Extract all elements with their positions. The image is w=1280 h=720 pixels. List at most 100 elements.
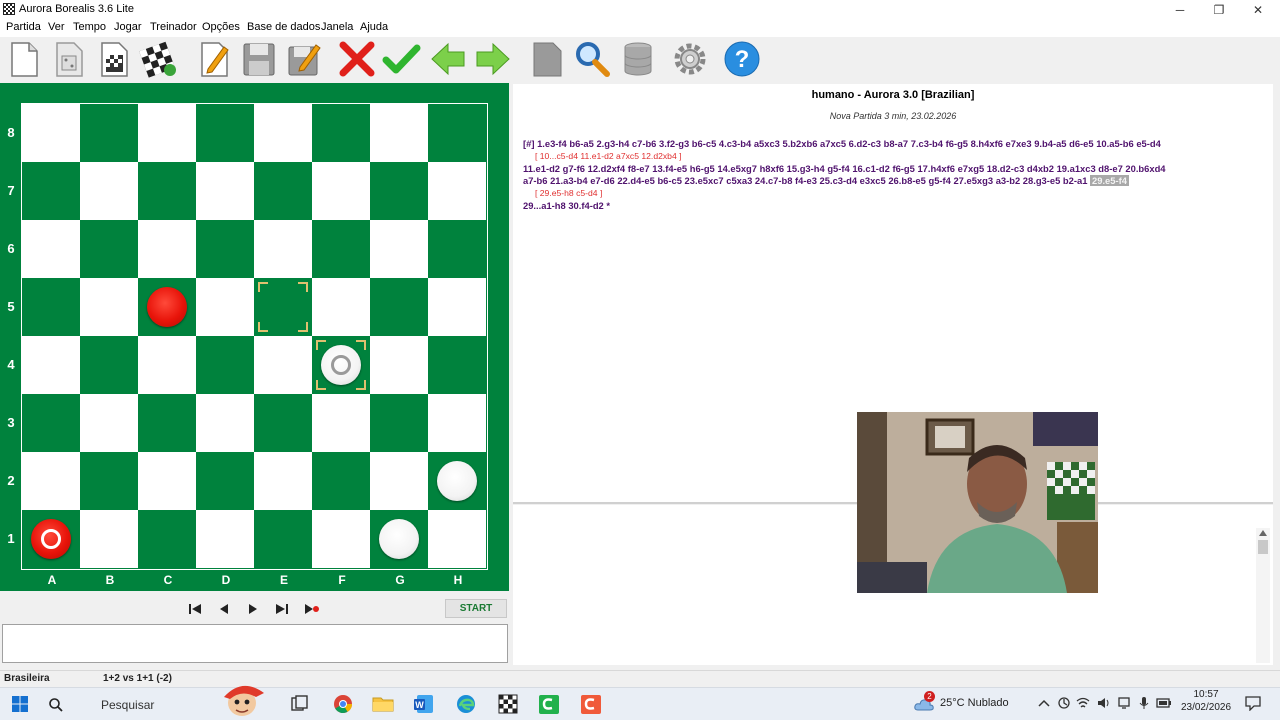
- square-a6[interactable]: [22, 220, 80, 278]
- square-h4[interactable]: [428, 336, 486, 394]
- square-b7[interactable]: [80, 162, 138, 220]
- new-document-icon[interactable]: [4, 39, 44, 79]
- square-e1[interactable]: [254, 510, 312, 568]
- dice-icon[interactable]: [49, 39, 89, 79]
- arrow-left-icon[interactable]: [428, 39, 468, 79]
- file-explorer-icon[interactable]: [371, 693, 395, 715]
- chevron-up-icon[interactable]: [1038, 698, 1050, 708]
- menu-ver[interactable]: Ver: [48, 21, 65, 33]
- square-h6[interactable]: [428, 220, 486, 278]
- square-c2[interactable]: [138, 452, 196, 510]
- minimize-button[interactable]: ─: [1160, 0, 1200, 20]
- square-c3[interactable]: [138, 394, 196, 452]
- square-a4[interactable]: [22, 336, 80, 394]
- scroll-up-icon[interactable]: [1259, 530, 1267, 536]
- square-e8[interactable]: [254, 104, 312, 162]
- word-icon[interactable]: W: [412, 693, 436, 715]
- first-move-icon[interactable]: [187, 601, 203, 617]
- square-d6[interactable]: [196, 220, 254, 278]
- square-a3[interactable]: [22, 394, 80, 452]
- edit-pencil-icon[interactable]: [194, 39, 234, 79]
- square-a5[interactable]: [22, 278, 80, 336]
- scroll-thumb[interactable]: [1258, 540, 1268, 554]
- square-b6[interactable]: [80, 220, 138, 278]
- square-e4[interactable]: [254, 336, 312, 394]
- start-button[interactable]: START: [445, 599, 507, 618]
- move-line[interactable]: 29...a1-h8 30.f4-d2 *: [523, 200, 610, 211]
- square-e2[interactable]: [254, 452, 312, 510]
- menu-treinador[interactable]: Treinador: [150, 21, 197, 33]
- menu-janela[interactable]: Janela: [321, 21, 353, 33]
- square-d1[interactable]: [196, 510, 254, 568]
- weather-text[interactable]: 25°C Nublado: [940, 697, 1009, 709]
- notification-icon[interactable]: [1245, 696, 1261, 711]
- cancel-x-icon[interactable]: [337, 39, 377, 79]
- move-line[interactable]: a7-b6 21.a3-b4 e7-d6 22.d4-e5 b6-c5 23.e…: [523, 175, 1129, 186]
- current-move-highlight[interactable]: 29.e5-f4: [1090, 175, 1129, 186]
- square-h5[interactable]: [428, 278, 486, 336]
- square-b2[interactable]: [80, 452, 138, 510]
- board-icon[interactable]: [94, 39, 134, 79]
- square-a8[interactable]: [22, 104, 80, 162]
- network-icon[interactable]: [1117, 696, 1131, 710]
- red-app-icon[interactable]: [579, 693, 603, 715]
- square-b1[interactable]: [80, 510, 138, 568]
- menu-opcoes[interactable]: Opções: [202, 21, 240, 33]
- red-king[interactable]: [31, 519, 71, 559]
- edge-icon[interactable]: [454, 693, 478, 715]
- square-g5[interactable]: [370, 278, 428, 336]
- taskbar-search[interactable]: Pesquisar: [42, 685, 267, 718]
- square-c1[interactable]: [138, 510, 196, 568]
- clock[interactable]: 10:57 23/02/2026: [1178, 689, 1234, 713]
- wifi-icon[interactable]: [1076, 696, 1090, 710]
- white-piece[interactable]: [379, 519, 419, 559]
- square-g6[interactable]: [370, 220, 428, 278]
- square-f5[interactable]: [312, 278, 370, 336]
- square-h1[interactable]: [428, 510, 486, 568]
- close-button[interactable]: ✕: [1238, 0, 1278, 20]
- square-e7[interactable]: [254, 162, 312, 220]
- menu-partida[interactable]: Partida: [6, 21, 41, 33]
- menu-base-de-dados[interactable]: Base de dados: [247, 21, 320, 33]
- arrow-right-icon[interactable]: [473, 39, 513, 79]
- green-app-icon[interactable]: [537, 693, 561, 715]
- square-d3[interactable]: [196, 394, 254, 452]
- square-b8[interactable]: [80, 104, 138, 162]
- start-icon[interactable]: [8, 693, 32, 715]
- confirm-check-icon[interactable]: [381, 39, 421, 79]
- microphone-icon[interactable]: [1138, 696, 1150, 710]
- onedrive-icon[interactable]: [1057, 696, 1071, 710]
- menu-jogar[interactable]: Jogar: [114, 21, 142, 33]
- square-e3[interactable]: [254, 394, 312, 452]
- square-g3[interactable]: [370, 394, 428, 452]
- square-g2[interactable]: [370, 452, 428, 510]
- square-f3[interactable]: [312, 394, 370, 452]
- end-variation-icon[interactable]: [304, 601, 320, 617]
- square-d2[interactable]: [196, 452, 254, 510]
- checkers-board[interactable]: [21, 103, 488, 570]
- square-h8[interactable]: [428, 104, 486, 162]
- square-c7[interactable]: [138, 162, 196, 220]
- square-g8[interactable]: [370, 104, 428, 162]
- chrome-icon[interactable]: [331, 693, 355, 715]
- settings-gear-icon[interactable]: [670, 39, 710, 79]
- square-f7[interactable]: [312, 162, 370, 220]
- mascot-icon[interactable]: [216, 683, 270, 719]
- square-a7[interactable]: [22, 162, 80, 220]
- tag-icon[interactable]: [527, 39, 567, 79]
- menu-ajuda[interactable]: Ajuda: [360, 21, 388, 33]
- square-d5[interactable]: [196, 278, 254, 336]
- square-g4[interactable]: [370, 336, 428, 394]
- square-h3[interactable]: [428, 394, 486, 452]
- square-b4[interactable]: [80, 336, 138, 394]
- square-a2[interactable]: [22, 452, 80, 510]
- variation-line[interactable]: [ 29.e5-h8 c5-d4 ]: [535, 188, 602, 198]
- square-b5[interactable]: [80, 278, 138, 336]
- square-b3[interactable]: [80, 394, 138, 452]
- help-icon[interactable]: ?: [722, 39, 762, 79]
- next-move-icon[interactable]: [245, 601, 261, 617]
- square-e6[interactable]: [254, 220, 312, 278]
- aurora-app-icon[interactable]: [496, 693, 520, 715]
- square-c6[interactable]: [138, 220, 196, 278]
- database-icon[interactable]: [618, 39, 658, 79]
